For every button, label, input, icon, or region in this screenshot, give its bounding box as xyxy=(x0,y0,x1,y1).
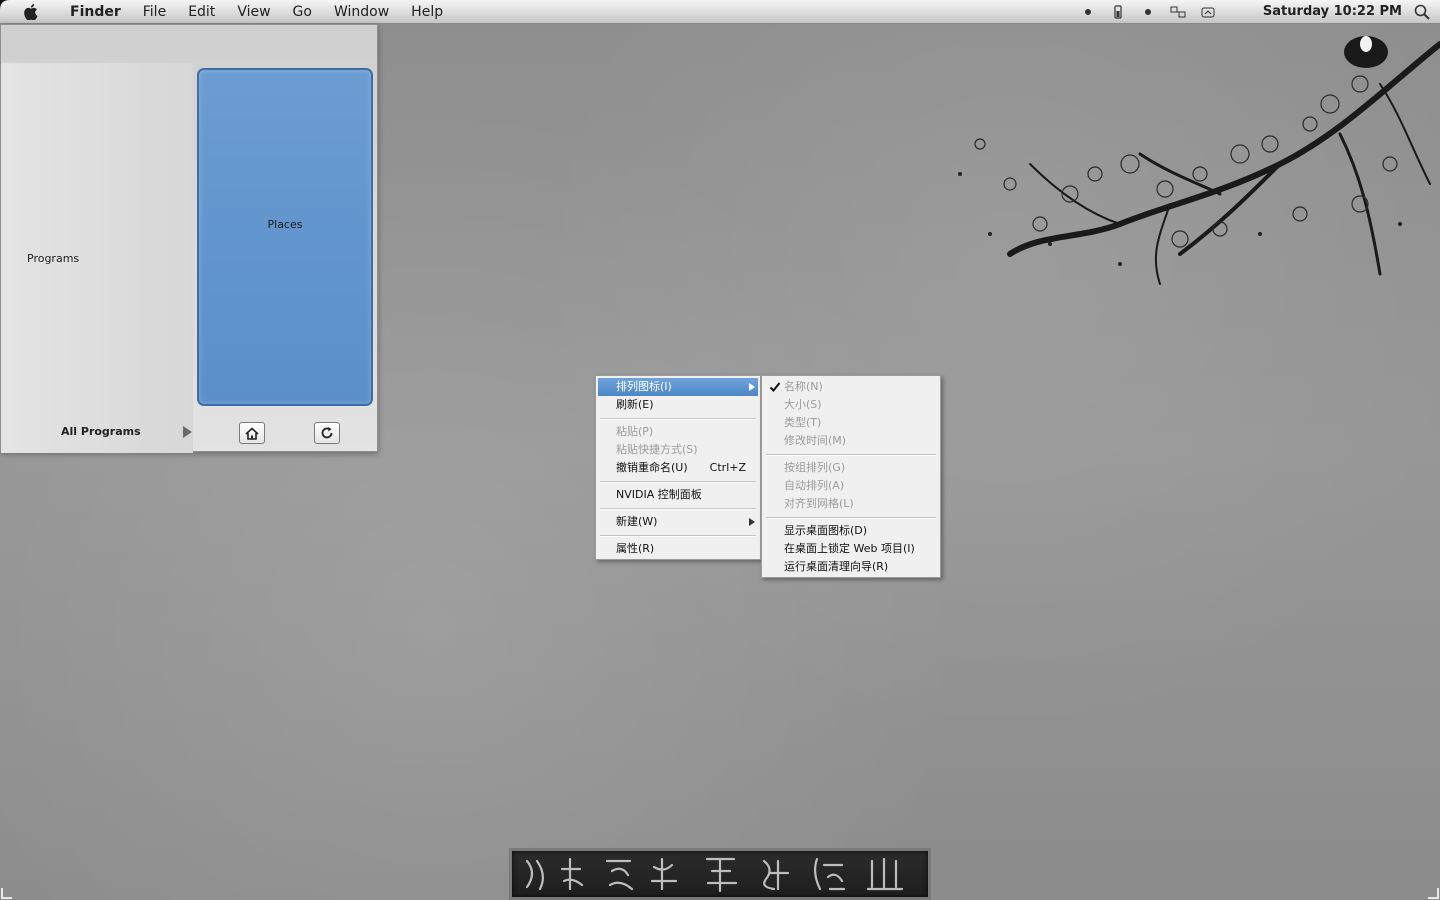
all-programs-button[interactable]: All Programs xyxy=(61,425,192,438)
sub-by-type[interactable]: 类型(T) xyxy=(764,414,938,432)
volume-icon[interactable] xyxy=(1200,4,1216,20)
menu-clock[interactable]: Saturday 10:22 PM xyxy=(1263,4,1402,19)
submenu-arrow-icon xyxy=(749,383,755,391)
programs-label: Programs xyxy=(27,252,80,265)
sub-by-modified[interactable]: 修改时间(M) xyxy=(764,432,938,450)
apple-menu-icon[interactable] xyxy=(20,1,42,23)
ctx-paste-shortcut[interactable]: 粘贴快捷方式(S) xyxy=(598,441,758,459)
sub-show-desktop-icons[interactable]: 显示桌面图标(D) xyxy=(764,522,938,540)
ctx-item-label: 属性(R) xyxy=(616,542,655,555)
arrow-right-icon xyxy=(182,425,192,438)
sub-item-label: 自动排列(A) xyxy=(784,479,845,492)
checkmark-icon xyxy=(769,382,781,392)
network-icon[interactable] xyxy=(1170,4,1186,20)
sub-align-to-grid[interactable]: 对齐到网格(L) xyxy=(764,495,938,513)
start-menu-panel: Programs All Programs Places xyxy=(0,24,378,453)
ctx-nvidia-control-panel[interactable]: NVIDIA 控制面板 xyxy=(598,486,758,504)
menu-separator xyxy=(600,481,756,483)
menu-help[interactable]: Help xyxy=(407,0,447,24)
bluetooth-status-icon[interactable] xyxy=(1140,4,1156,20)
ctx-item-label: 刷新(E) xyxy=(616,398,654,411)
ctx-undo-rename[interactable]: 撤销重命名(U) Ctrl+Z xyxy=(598,459,758,477)
all-programs-label: All Programs xyxy=(61,425,141,438)
spotlight-search-icon[interactable] xyxy=(1414,4,1430,20)
ctx-item-label: 粘贴(P) xyxy=(616,425,654,438)
sub-item-label: 类型(T) xyxy=(784,416,822,429)
sub-item-label: 修改时间(M) xyxy=(784,434,847,447)
menu-extras: Saturday 10:22 PM xyxy=(1073,0,1440,24)
sub-desktop-cleanup-wizard[interactable]: 运行桌面清理向导(R) xyxy=(764,558,938,576)
arrange-icons-submenu: 名称(N) 大小(S) 类型(T) 修改时间(M) 按组排列(G) 自动排列(A… xyxy=(761,375,941,578)
sub-item-label: 显示桌面图标(D) xyxy=(784,524,868,537)
refresh-icon xyxy=(321,427,333,439)
places-label: Places xyxy=(267,218,303,231)
menu-finder[interactable]: Finder xyxy=(66,0,125,24)
home-icon xyxy=(245,426,259,440)
sub-item-label: 大小(S) xyxy=(784,398,822,411)
menu-window[interactable]: Window xyxy=(330,0,393,24)
sub-item-label: 在桌面上锁定 Web 项目(I) xyxy=(784,542,915,555)
dot-status-icon[interactable] xyxy=(1080,4,1096,20)
desktop-context-menu: 排列图标(I) 刷新(E) 粘贴(P) 粘贴快捷方式(S) 撤销重命名(U) C… xyxy=(595,375,761,560)
places-pane[interactable]: Places xyxy=(197,68,373,406)
ctx-paste[interactable]: 粘贴(P) xyxy=(598,423,758,441)
menu-separator xyxy=(600,535,756,537)
ctx-refresh[interactable]: 刷新(E) xyxy=(598,396,758,414)
ctx-properties[interactable]: 属性(R) xyxy=(598,540,758,558)
menu-separator xyxy=(766,517,936,519)
sub-lock-web-items[interactable]: 在桌面上锁定 Web 项目(I) xyxy=(764,540,938,558)
calligraphy-plaque-dock xyxy=(509,848,931,900)
sub-by-size[interactable]: 大小(S) xyxy=(764,396,938,414)
programs-pane[interactable]: Programs All Programs xyxy=(1,63,193,453)
home-button[interactable] xyxy=(239,422,265,444)
ctx-arrange-icons[interactable]: 排列图标(I) xyxy=(598,378,758,396)
sub-auto-arrange[interactable]: 自动排列(A) xyxy=(764,477,938,495)
sub-item-label: 对齐到网格(L) xyxy=(784,497,854,510)
menu-edit[interactable]: Edit xyxy=(184,0,219,24)
menu-go[interactable]: Go xyxy=(289,0,316,24)
ctx-item-label: 新建(W) xyxy=(616,515,658,528)
menu-view[interactable]: View xyxy=(233,0,274,24)
ctx-item-label: 粘贴快捷方式(S) xyxy=(616,443,698,456)
menu-separator xyxy=(600,418,756,420)
battery-icon[interactable] xyxy=(1110,4,1126,20)
ctx-new[interactable]: 新建(W) xyxy=(598,513,758,531)
candle-moon-decoration xyxy=(1344,36,1388,68)
sub-show-in-groups[interactable]: 按组排列(G) xyxy=(764,459,938,477)
ctx-item-label: 撤销重命名(U) xyxy=(616,461,688,474)
ctx-item-label: NVIDIA 控制面板 xyxy=(616,488,702,501)
screen-corner-bottom-left xyxy=(1,888,12,899)
menu-separator xyxy=(600,508,756,510)
menu-separator xyxy=(766,454,936,456)
screen-corner-top-left xyxy=(0,0,10,10)
submenu-arrow-icon xyxy=(749,518,755,526)
sub-item-label: 运行桌面清理向导(R) xyxy=(784,560,889,573)
seal-script-artwork xyxy=(525,857,904,893)
sub-item-label: 名称(N) xyxy=(784,380,823,393)
menu-bar: Finder File Edit View Go Window Help Sat… xyxy=(0,0,1440,24)
screen-corner-bottom-right xyxy=(1428,888,1439,899)
menu-file[interactable]: File xyxy=(139,0,170,24)
ctx-shortcut: Ctrl+Z xyxy=(709,461,746,474)
refresh-button[interactable] xyxy=(314,422,340,444)
ctx-item-label: 排列图标(I) xyxy=(616,380,672,393)
sub-item-label: 按组排列(G) xyxy=(784,461,846,474)
sub-by-name[interactable]: 名称(N) xyxy=(764,378,938,396)
